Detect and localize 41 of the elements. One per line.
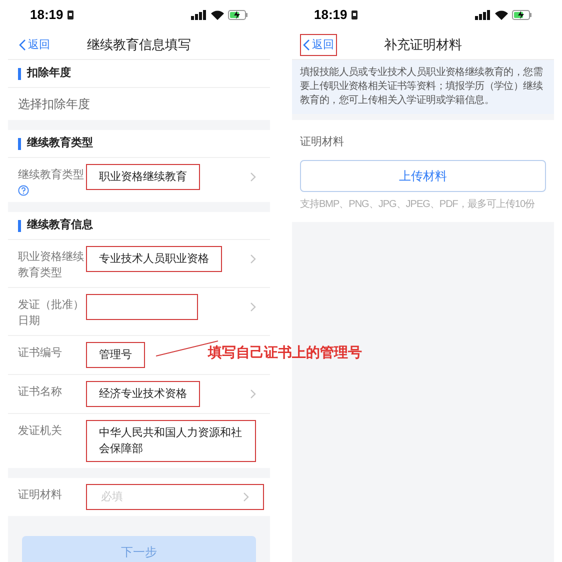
back-button[interactable]: 返回 bbox=[16, 34, 53, 56]
section-marker-icon bbox=[18, 68, 21, 80]
wifi-icon bbox=[495, 10, 508, 20]
field-label: 继续教育类型 bbox=[18, 168, 85, 183]
field-label: 职业资格继续教育类型 bbox=[18, 250, 85, 281]
signal-icon bbox=[475, 10, 491, 20]
section-title: 继续教育信息 bbox=[27, 217, 93, 234]
section-marker-icon bbox=[18, 138, 21, 150]
signal-icon bbox=[191, 10, 207, 20]
field-label: 证明材料 bbox=[18, 488, 63, 503]
lock-icon bbox=[351, 10, 358, 20]
section-marker-icon bbox=[18, 220, 21, 232]
notice-text: 填报技能人员或专业技术人员职业资格继续教育的，您需要上传职业资格相关证书等资料；填报学历（学位）继续教育的，您可上传相关入学证明或学籍信息。 bbox=[292, 60, 554, 114]
section-title: 继续教育类型 bbox=[27, 135, 93, 152]
battery-icon bbox=[512, 10, 532, 20]
wifi-icon bbox=[211, 10, 224, 20]
field-label: 证书编号 bbox=[18, 346, 63, 361]
field-value[interactable]: 经济专业技术资格 bbox=[86, 381, 200, 407]
lock-icon bbox=[67, 10, 74, 20]
annotation-text: 填写自己证书上的管理号 bbox=[208, 343, 362, 362]
chevron-left-icon bbox=[303, 39, 310, 51]
field-value[interactable]: 专业技术人员职业资格 bbox=[86, 246, 222, 272]
field-label: 发证（批准）日期 bbox=[18, 298, 85, 329]
field-value[interactable]: 职业资格继续教育 bbox=[86, 164, 200, 190]
battery-icon bbox=[228, 10, 248, 20]
date-field[interactable] bbox=[86, 294, 198, 320]
page-title: 补充证明材料 bbox=[384, 36, 462, 54]
status-time: 18:19 bbox=[314, 6, 348, 24]
section-title: 扣除年度 bbox=[27, 66, 71, 82]
chevron-left-icon bbox=[19, 39, 26, 51]
hint-text: 支持BMP、PNG、JPG、JPEG、PDF，最多可上传10份 bbox=[300, 198, 536, 212]
select-prompt[interactable]: 选择扣除年度 bbox=[18, 95, 90, 113]
page-title: 继续教育信息填写 bbox=[87, 36, 191, 54]
status-time: 18:19 bbox=[30, 6, 64, 24]
field-label: 发证机关 bbox=[18, 424, 63, 439]
section-label: 证明材料 bbox=[300, 135, 345, 150]
field-label: 证书名称 bbox=[18, 385, 63, 400]
field-value[interactable]: 管理号 bbox=[86, 342, 145, 368]
field-value[interactable]: 中华人民共和国人力资源和社会保障部 bbox=[86, 420, 256, 462]
upload-button[interactable]: 上传材料 bbox=[300, 160, 546, 192]
back-button[interactable]: 返回 bbox=[300, 34, 337, 56]
